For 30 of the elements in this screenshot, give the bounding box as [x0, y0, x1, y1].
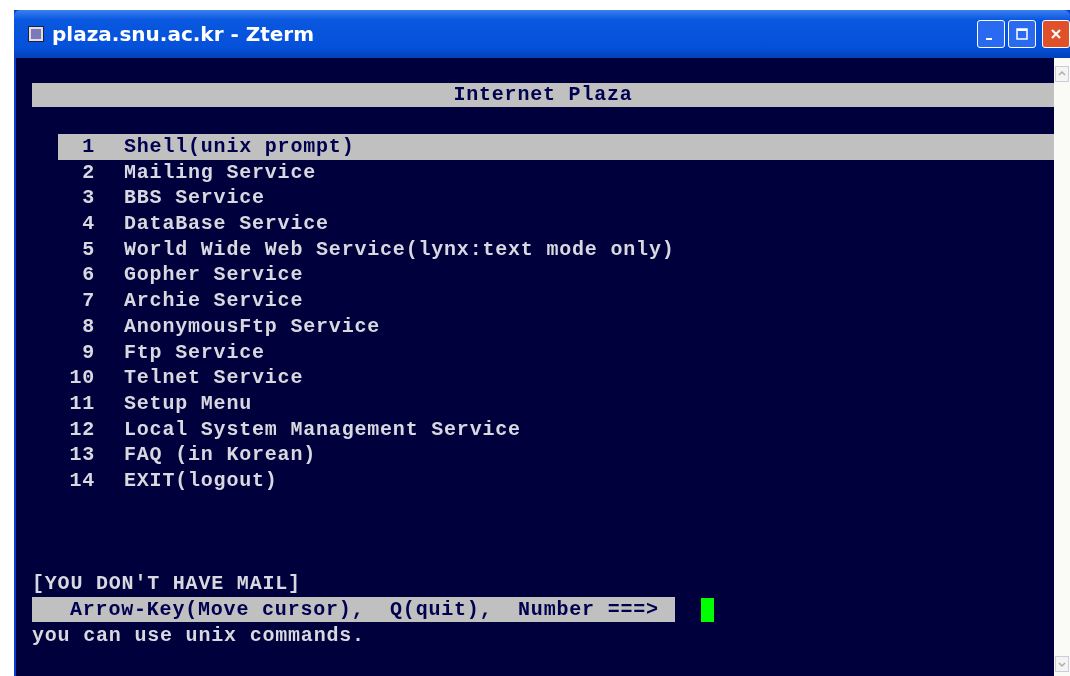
menu-item[interactable]: 9 Ftp Service	[58, 339, 1054, 366]
menu-item[interactable]: 10 Telnet Service	[58, 365, 1054, 391]
minimize-icon	[986, 38, 992, 40]
menu-item[interactable]: 1 Shell(unix prompt)	[58, 134, 1054, 160]
menu-item[interactable]: 5 World Wide Web Service(lynx:text mode only)	[58, 236, 1054, 263]
menu-item[interactable]: 14 EXIT(logout)	[58, 467, 1054, 494]
close-button[interactable]	[1042, 20, 1070, 48]
app-icon	[28, 26, 44, 42]
mail-notice: [YOU DON'T HAVE MAIL]	[32, 570, 301, 597]
menu-item[interactable]: 13 FAQ (in Korean)	[58, 442, 1054, 468]
menu-item[interactable]: 11 Setup Menu	[58, 390, 1054, 417]
text-cursor	[700, 597, 714, 622]
close-icon	[1049, 27, 1063, 41]
menu-item[interactable]: 3 BBS Service	[58, 185, 1054, 212]
window-title: plaza.snu.ac.kr - Zterm	[52, 22, 316, 46]
menu-item[interactable]: 8 AnonymousFtp Service	[58, 313, 1054, 340]
menu-item[interactable]: 6 Gopher Service	[58, 262, 1054, 289]
menu-item[interactable]: 2 Mailing Service	[58, 159, 1054, 186]
menu-item[interactable]: 4 DataBase Service	[58, 211, 1054, 237]
menu-item[interactable]: 12 Local System Management Service	[58, 416, 1054, 443]
prompt-bar: Arrow-Key(Move cursor), Q(quit), Number ===>	[32, 597, 675, 623]
status-line: you can use unix commands.	[32, 622, 365, 649]
scroll-down-icon[interactable]	[1055, 656, 1069, 672]
menu-item[interactable]: 7 Archie Service	[58, 288, 1054, 314]
scrollbar[interactable]	[1054, 58, 1070, 676]
maximize-button[interactable]	[1008, 20, 1036, 48]
minimize-button[interactable]	[977, 20, 1005, 48]
scroll-up-icon[interactable]	[1055, 66, 1069, 82]
maximize-icon	[1015, 27, 1029, 41]
screen-header: Internet Plaza	[32, 83, 1054, 107]
